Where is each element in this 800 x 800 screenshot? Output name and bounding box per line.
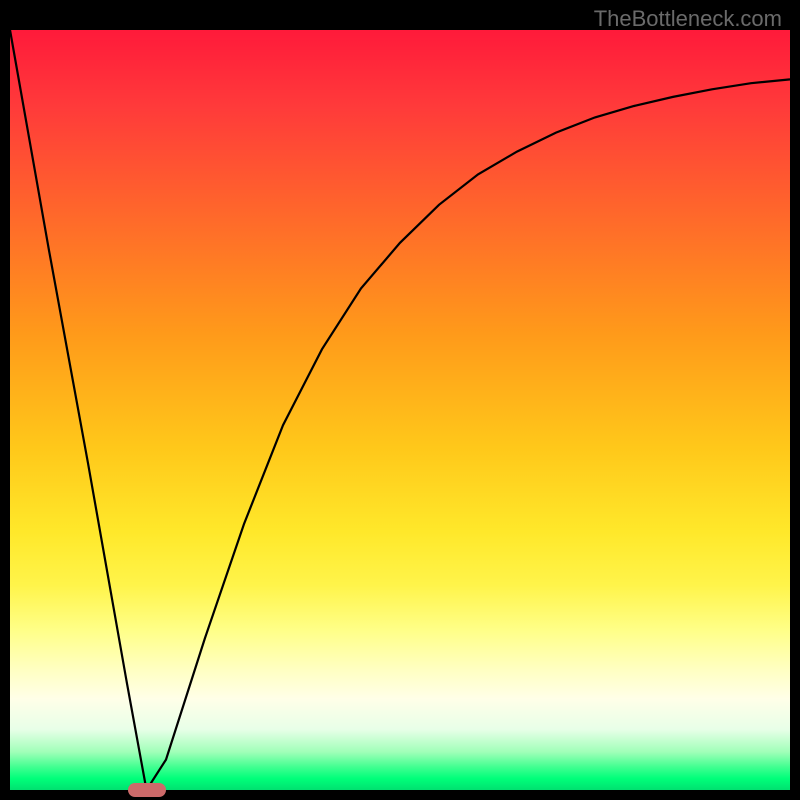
bottleneck-curve — [10, 30, 790, 790]
optimal-marker — [128, 783, 166, 797]
plot-area — [10, 30, 790, 790]
watermark-text: TheBottleneck.com — [594, 6, 782, 32]
plot-frame — [10, 30, 790, 790]
